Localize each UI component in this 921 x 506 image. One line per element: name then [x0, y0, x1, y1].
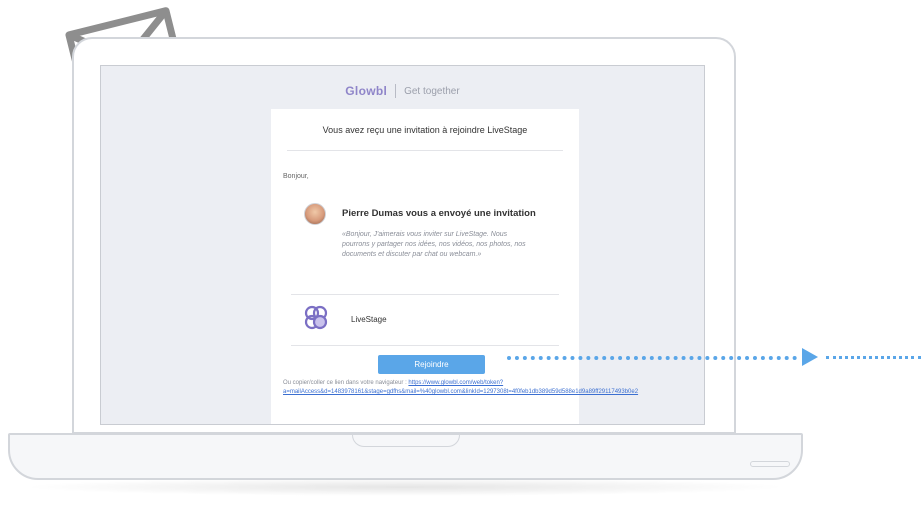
brand-separator — [395, 84, 397, 98]
sender-avatar — [304, 203, 326, 225]
invite-message: «Bonjour, J'aimerais vous inviter sur Li… — [342, 231, 526, 258]
brand-header: Glowbl Get together — [101, 80, 704, 102]
email-subject: Vous avez reçu une invitation à rejoindr… — [322, 125, 528, 135]
laptop-base — [8, 433, 803, 480]
laptop-slot — [750, 461, 790, 467]
divider — [291, 294, 559, 295]
email-greeting: Bonjour, — [283, 173, 309, 180]
arrow-head-icon — [802, 348, 818, 366]
divider — [291, 345, 559, 346]
email-card: Vous avez reçu une invitation à rejoindr… — [271, 109, 638, 424]
dotted-arrow-line — [507, 356, 797, 360]
divider — [287, 150, 563, 151]
join-button[interactable]: Rejoindre — [378, 355, 485, 374]
laptop-screen: Glowbl Get together Vous avez reçu une i… — [100, 65, 705, 425]
brand-tagline: Get together — [404, 85, 460, 97]
copy-link-prefix: Ou copier/coller ce lien dans votre navi… — [283, 380, 409, 386]
stage-name: LiveStage — [351, 315, 387, 324]
livestage-icon — [304, 305, 328, 330]
sender-title: Pierre Dumas vous a envoyé une invitatio… — [342, 208, 536, 219]
laptop-shadow — [20, 478, 790, 496]
brand-logo: Glowbl — [345, 84, 388, 98]
dotted-arrow-line-tail — [826, 356, 921, 359]
laptop-notch — [352, 435, 460, 447]
copy-link-text: Ou copier/coller ce lien dans votre navi… — [283, 379, 638, 397]
